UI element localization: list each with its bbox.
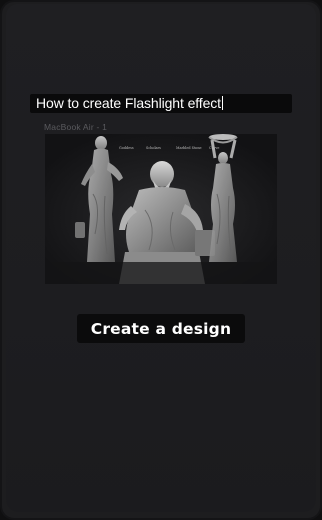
caption-text: How to create Flashlight effect <box>36 95 223 111</box>
nav-item-scholars: Scholars <box>146 146 161 150</box>
artboard-preview[interactable]: Goddess Scholars Marbled Stone Curve <box>45 134 277 284</box>
nav-item-goddess: Goddess <box>119 146 134 150</box>
frame-label: MacBook Air - 1 <box>44 122 107 132</box>
statues-illustration <box>45 134 277 284</box>
nav-item-curve: Curve <box>209 146 220 150</box>
nav-item-marbled-stone: Marbled Stone <box>176 146 202 150</box>
text-caret <box>221 96 223 110</box>
tutorial-caption: How to create Flashlight effect <box>30 94 292 113</box>
create-design-label: Create a design <box>90 319 232 338</box>
artboard-nav: Goddess Scholars Marbled Stone Curve <box>45 146 277 154</box>
create-design-button[interactable]: Create a design <box>77 314 245 343</box>
